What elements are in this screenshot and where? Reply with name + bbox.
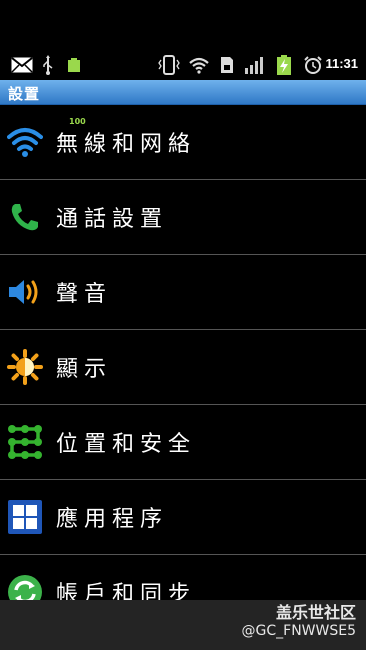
vibrate-icon (158, 55, 180, 75)
sync-icon (6, 573, 44, 600)
settings-item-label: 通話設置 (56, 207, 169, 232)
title-bar: 設置 (0, 80, 366, 105)
mail-icon (10, 55, 34, 75)
settings-item-wireless[interactable]: 無線和网絡 (0, 105, 366, 180)
wifi-icon (6, 123, 44, 161)
settings-item-label: 無線和网絡 (56, 132, 197, 157)
settings-item-accounts-sync[interactable]: 帳戶和同步 (0, 555, 366, 600)
settings-item-label: 位置和安全 (56, 432, 197, 457)
page-title: 設置 (8, 85, 41, 103)
watermark-handle: @GC_FNWWSE5 (241, 623, 356, 639)
settings-item-sound[interactable]: 聲音 (0, 255, 366, 330)
brightness-icon (6, 348, 44, 386)
settings-item-label: 顯示 (56, 357, 113, 382)
alarm-icon (302, 55, 324, 75)
top-letterbox (0, 0, 366, 50)
settings-item-label: 聲音 (56, 282, 113, 307)
settings-item-display[interactable]: 顯示 (0, 330, 366, 405)
apps-grid-icon (6, 498, 44, 536)
status-time: 11:31 (325, 56, 358, 71)
watermark-title: 盖乐世社区 (275, 603, 356, 622)
lock-pattern-icon (6, 423, 44, 461)
status-bar: 100 (0, 50, 366, 126)
signal-icon (244, 55, 266, 75)
wifi-icon (188, 55, 210, 75)
phone-icon (6, 198, 44, 236)
speaker-icon (6, 273, 44, 311)
usb-icon (40, 55, 56, 75)
battery-charging-icon (274, 55, 294, 75)
settings-item-location-security[interactable]: 位置和安全 (0, 405, 366, 480)
settings-list: 無線和网絡 通話設置 聲音 顯示 位置和安全 應用程序 帳戶和同步 (0, 105, 366, 600)
settings-item-label: 應用程序 (56, 507, 169, 532)
settings-item-applications[interactable]: 應用程序 (0, 480, 366, 555)
settings-item-call[interactable]: 通話設置 (0, 180, 366, 255)
battery-icon (66, 55, 88, 75)
sd-card-icon (218, 55, 236, 75)
settings-item-label: 帳戶和同步 (56, 582, 197, 600)
